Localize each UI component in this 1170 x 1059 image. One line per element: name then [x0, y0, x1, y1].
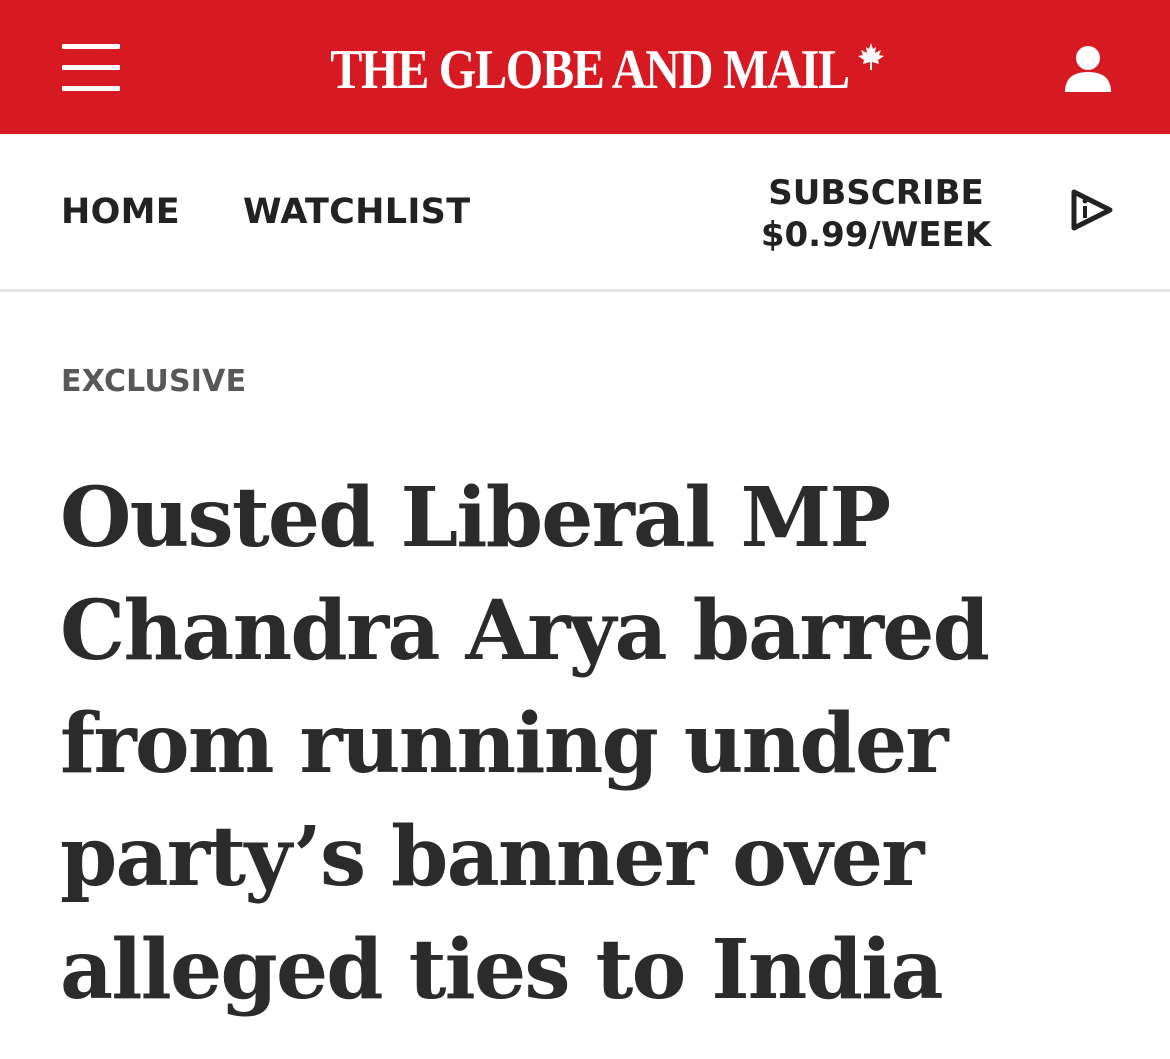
article-kicker: EXCLUSIVE [61, 364, 247, 399]
menu-line [62, 86, 120, 91]
article-headline: Ousted Liberal MP Chandra Arya barred fr… [60, 462, 1120, 1027]
user-account-icon[interactable] [1062, 44, 1114, 94]
nav-watchlist-link[interactable]: WATCHLIST [243, 192, 470, 232]
nav-home-link[interactable]: HOME [61, 192, 180, 232]
headline-line: party’s banner over [60, 809, 924, 905]
section-nav: HOME WATCHLIST SUBSCRIBE $0.99/WEEK [0, 134, 1170, 292]
headline-line: Chandra Arya barred [60, 583, 990, 679]
menu-line [62, 44, 120, 49]
site-logo[interactable]: THE GLOBE AND MAIL [290, 32, 890, 108]
headline-line: alleged ties to India [60, 922, 944, 1018]
subscribe-label: SUBSCRIBE [768, 173, 984, 213]
subscribe-price: $0.99/WEEK [760, 215, 992, 255]
headline-line: from running under [60, 696, 949, 792]
menu-line [62, 65, 120, 70]
brand-name: THE GLOBE AND MAIL [330, 39, 851, 101]
headline-line: Ousted Liberal MP [60, 470, 891, 566]
top-bar: THE GLOBE AND MAIL [0, 0, 1170, 134]
maple-leaf-icon [858, 43, 884, 70]
play-audio-icon[interactable] [1066, 184, 1116, 236]
hamburger-menu-icon[interactable] [62, 44, 120, 92]
subscribe-button[interactable]: SUBSCRIBE $0.99/WEEK [756, 172, 996, 256]
